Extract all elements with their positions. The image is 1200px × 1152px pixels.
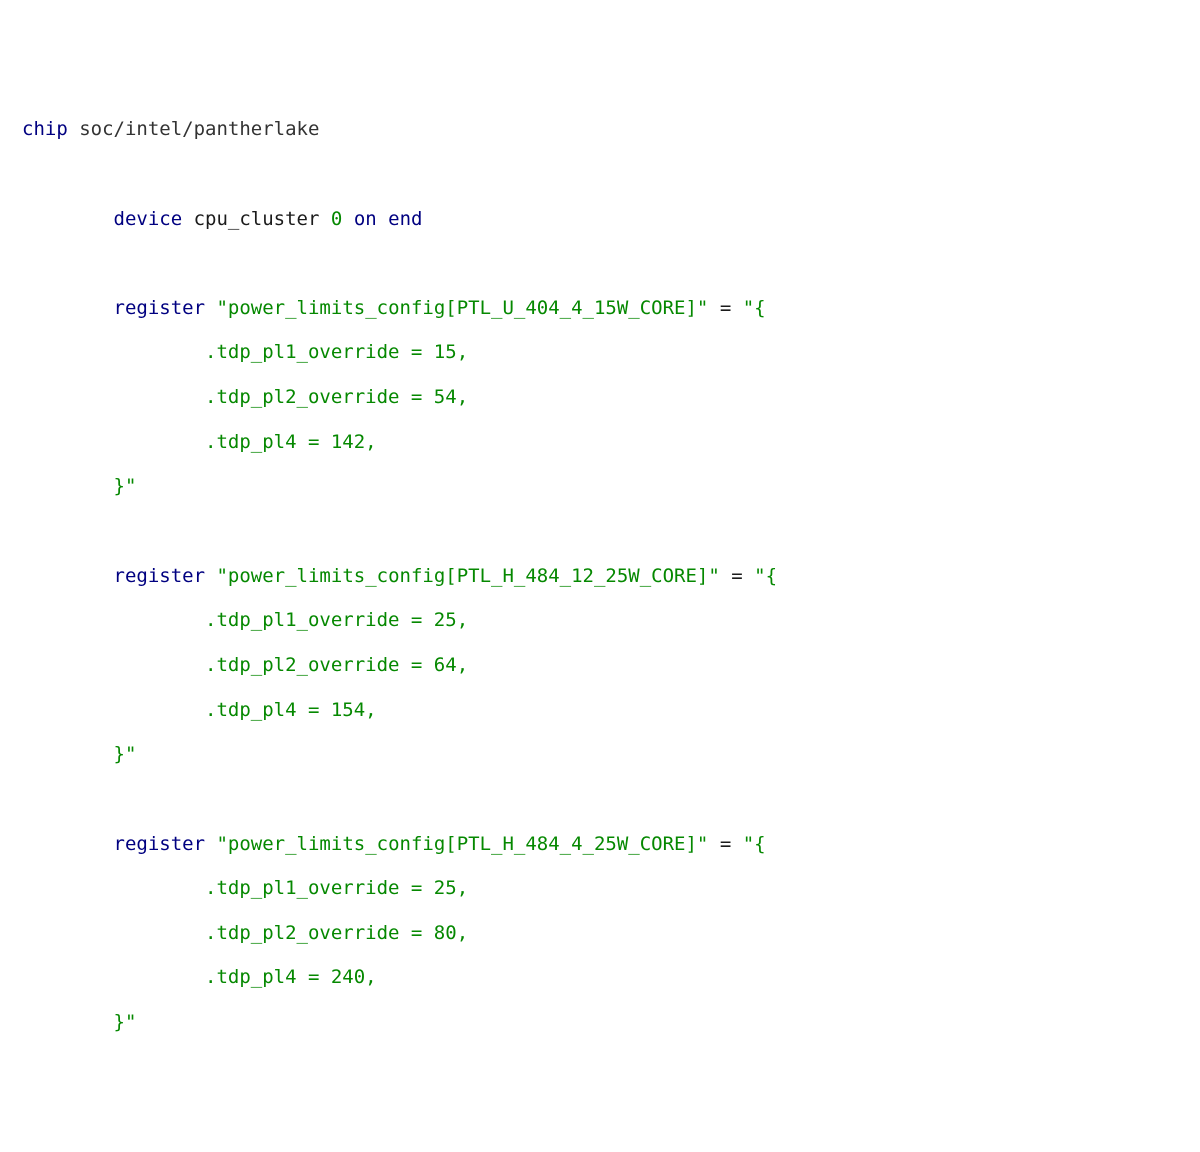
field: .tdp_pl2_override = 64, <box>205 654 468 676</box>
field: .tdp_pl1_override = 25, <box>205 609 468 631</box>
struct-open: "{ <box>754 565 777 587</box>
struct-open: "{ <box>743 833 766 855</box>
keyword-on: on <box>354 208 377 230</box>
keyword-end: end <box>388 208 422 230</box>
field: .tdp_pl4 = 154, <box>205 699 377 721</box>
field: .tdp_pl1_override = 15, <box>205 341 468 363</box>
struct-close: }" <box>114 1011 137 1033</box>
field: .tdp_pl2_override = 54, <box>205 386 468 408</box>
keyword-register: register <box>114 833 206 855</box>
device-name: cpu_cluster <box>194 208 320 230</box>
register-key-2: "power_limits_config[PTL_H_484_4_25W_COR… <box>216 833 708 855</box>
register-key-0: "power_limits_config[PTL_U_404_4_15W_COR… <box>216 297 708 319</box>
struct-close: }" <box>114 743 137 765</box>
equals: = <box>708 833 742 855</box>
equals: = <box>708 297 742 319</box>
keyword-register: register <box>114 565 206 587</box>
code-block: chip soc/intel/pantherlake device cpu_cl… <box>22 118 777 1033</box>
field: .tdp_pl4 = 240, <box>205 966 377 988</box>
register-key-1: "power_limits_config[PTL_H_484_12_25W_CO… <box>216 565 719 587</box>
device-index: 0 <box>331 208 342 230</box>
struct-open: "{ <box>743 297 766 319</box>
field: .tdp_pl1_override = 25, <box>205 877 468 899</box>
keyword-register: register <box>114 297 206 319</box>
field: .tdp_pl2_override = 80, <box>205 922 468 944</box>
chip-path: soc/intel/pantherlake <box>79 118 319 140</box>
equals: = <box>720 565 754 587</box>
keyword-device: device <box>114 208 183 230</box>
keyword-chip: chip <box>22 118 68 140</box>
field: .tdp_pl4 = 142, <box>205 431 377 453</box>
struct-close: }" <box>114 475 137 497</box>
